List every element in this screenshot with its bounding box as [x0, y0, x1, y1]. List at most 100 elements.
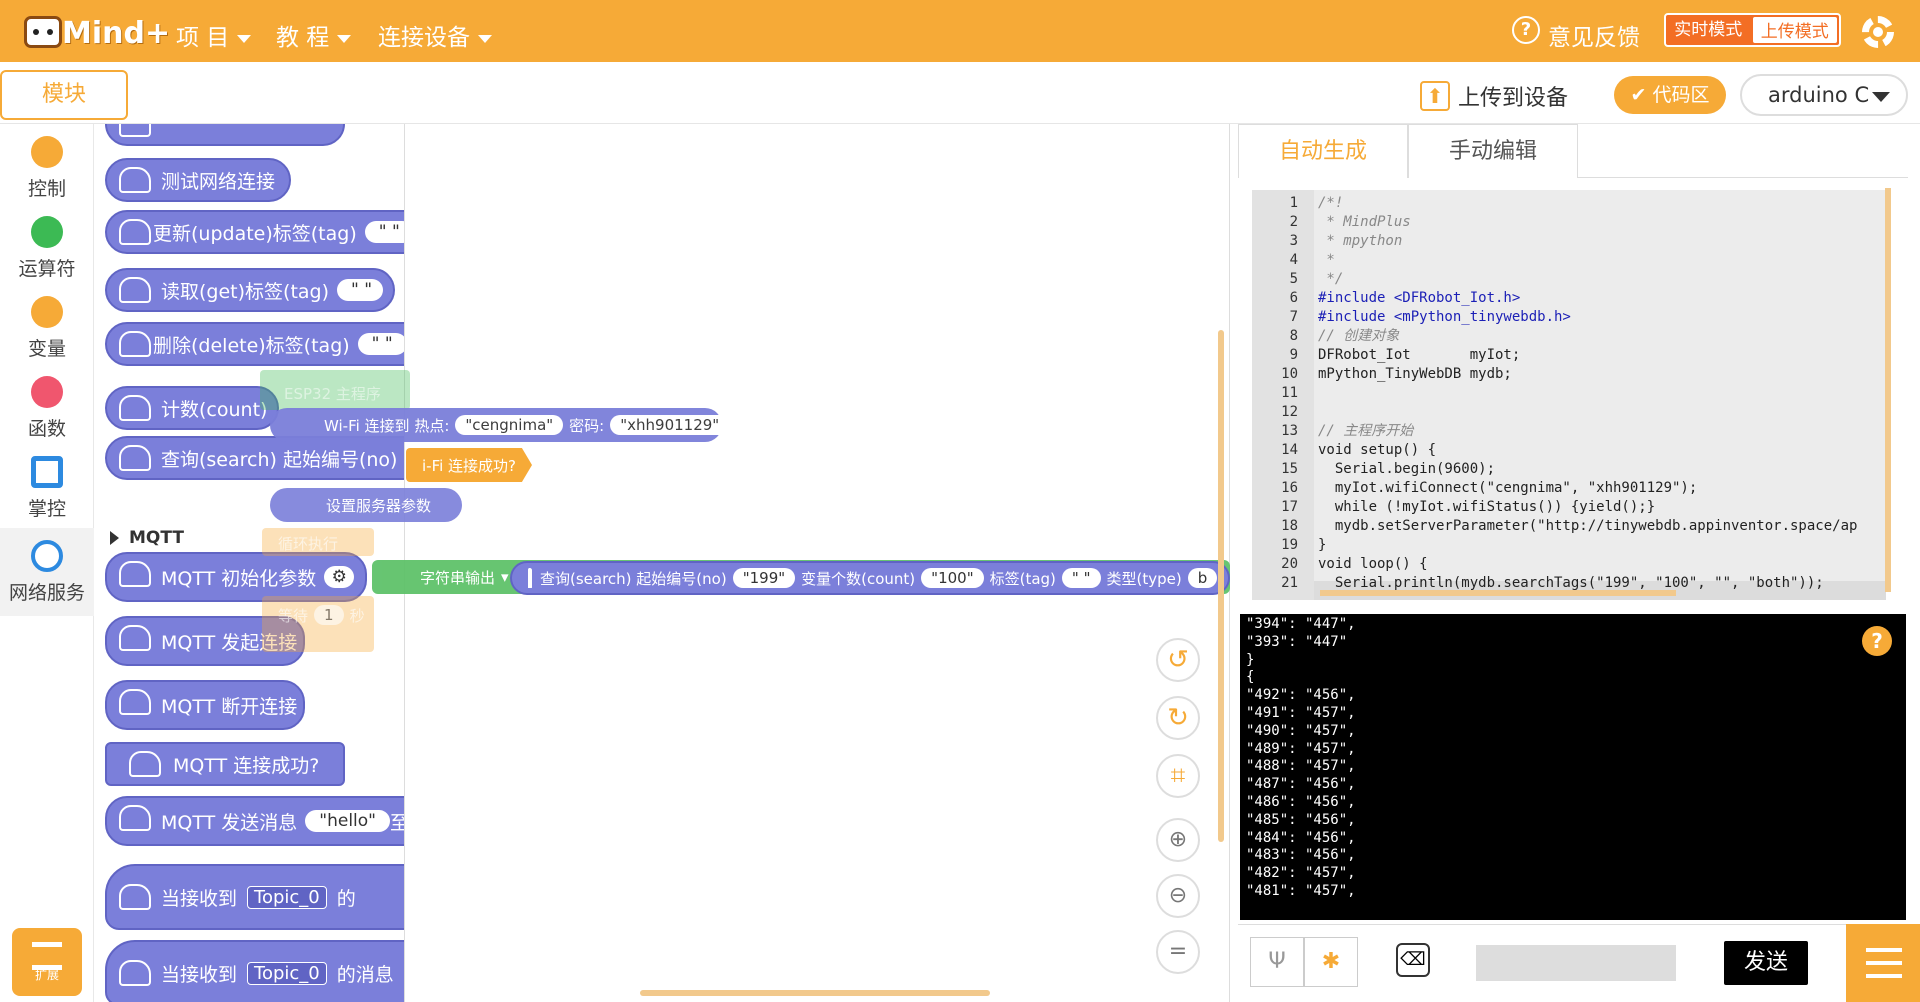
code-line[interactable]: 4 * [1252, 251, 1886, 270]
block-search[interactable]: 查询(search) 起始编号(no) [105, 436, 404, 480]
send-button[interactable]: 发送 [1724, 941, 1808, 985]
code-line[interactable]: 18 mydb.setServerParameter("http://tinyw… [1252, 517, 1886, 536]
help-circle-icon[interactable]: ? [1512, 16, 1540, 44]
code-line[interactable]: 14 void setup() { [1252, 441, 1886, 460]
mode-switch[interactable]: 实时模式 上传模式 [1664, 13, 1841, 47]
menu-project[interactable]: 项 目 [176, 18, 252, 52]
code-line[interactable]: 17 while (!myIot.wifiStatus()) {yield();… [1252, 498, 1886, 517]
category-dot-icon [31, 376, 63, 408]
clear-console-icon[interactable]: ⌫ [1396, 943, 1430, 977]
board-select[interactable]: arduino C [1740, 74, 1908, 116]
block-on-receive-2[interactable]: 当接收到 Topic_0 的消息 [105, 940, 404, 1002]
block-count[interactable]: 计数(count) [105, 386, 279, 430]
block-mqtt-connected[interactable]: MQTT 连接成功? [105, 742, 345, 786]
code-line[interactable]: 11 [1252, 384, 1886, 403]
tab-manual-edit[interactable]: 手动编辑 [1408, 124, 1578, 178]
code-line[interactable]: 19} [1252, 536, 1886, 555]
gear-icon[interactable] [1862, 16, 1894, 48]
editor-horizontal-scrollbar[interactable] [1320, 590, 1676, 596]
mqtt-section-header[interactable]: MQTT [110, 528, 184, 548]
wait-label: 等待 1 秒 [278, 605, 365, 625]
zoom-reset-icon[interactable]: = [1156, 930, 1200, 974]
line-number: 1 [1289, 195, 1298, 211]
line-number: 19 [1281, 537, 1298, 553]
upload-to-device-button[interactable]: ⬆ 上传到设备 [1420, 80, 1568, 112]
undo-button[interactable]: ↺ [1156, 638, 1200, 682]
wifi-connect-block[interactable]: Wi-Fi 连接到 热点: "cengnima" 密码: "xhh901129" [270, 408, 730, 442]
code-line[interactable]: 5 */ [1252, 270, 1886, 289]
mode-upload[interactable]: 上传模式 [1752, 17, 1837, 43]
block-test-network[interactable]: 测试网络连接 [105, 158, 291, 202]
code-editor[interactable]: 1 /*! 2 * MindPlus 3 * mpython 4 * 5 */6 #incl… [1252, 190, 1886, 600]
block-delete-tag[interactable]: 删除(delete)标签(tag) " " [105, 322, 404, 366]
code-line[interactable]: 6 #include <DFRobot_Iot.h> [1252, 289, 1886, 308]
cloud-icon [119, 277, 151, 303]
upload-label: 上传到设备 [1458, 86, 1569, 111]
category-network-service[interactable]: 网络服务 [0, 528, 94, 616]
chevron-down-icon [1872, 92, 1890, 102]
feedback-link[interactable]: 意见反馈 [1548, 18, 1640, 52]
serial-console[interactable]: "394": "447", "393": "447"}{"492": "456",… [1240, 614, 1906, 920]
list-menu-icon[interactable] [1846, 924, 1920, 1002]
code-line[interactable]: 13 // 主程序开始 [1252, 422, 1886, 441]
usb-icon[interactable]: Ψ [1250, 937, 1304, 987]
tab-module[interactable]: 模块 [0, 70, 128, 120]
logo-text: Mind+ [62, 16, 171, 51]
help-icon[interactable]: ? [1862, 626, 1892, 656]
extension-button[interactable]: 扩展 [12, 928, 82, 996]
line-number: 13 [1281, 423, 1298, 439]
code-line[interactable]: 7 #include <mPython_tinywebdb.h> [1252, 308, 1886, 327]
code-line[interactable]: 3 * mpython [1252, 232, 1886, 251]
search-call-block[interactable]: 查询(search) 起始编号(no) "199" 变量个数(count) "100"… [510, 561, 1230, 595]
code-text: mydb.setServerParameter("http://tinywebd… [1318, 518, 1858, 534]
block-on-receive-1[interactable]: 当接收到 Topic_0 的 [105, 864, 404, 930]
zoom-in-icon[interactable]: ⊕ [1156, 818, 1200, 862]
canvas-vertical-scrollbar[interactable] [1218, 330, 1224, 842]
redo-button[interactable]: ↻ [1156, 696, 1200, 740]
block-mqtt-disconnect[interactable]: MQTT 断开连接 [105, 680, 305, 730]
block-get-tag[interactable]: 读取(get)标签(tag) " " [105, 268, 395, 312]
crop-icon[interactable]: ⌗ [1156, 754, 1200, 798]
code-line[interactable]: 12 [1252, 403, 1886, 422]
code-area-toggle[interactable]: ✔ 代码区 [1614, 76, 1726, 114]
code-line[interactable]: 10 mPython_TinyWebDB mydb; [1252, 365, 1886, 384]
code-line[interactable]: 1 /*! [1252, 194, 1886, 213]
zoom-out-icon[interactable]: ⊖ [1156, 874, 1200, 918]
editor-vertical-scrollbar[interactable] [1885, 188, 1891, 592]
code-line[interactable]: 20 void loop() { [1252, 555, 1886, 574]
wifi-connected-block[interactable]: i-Fi 连接成功? [406, 448, 532, 482]
category-operators[interactable]: 运算符 [0, 204, 94, 284]
category-control[interactable]: 控制 [0, 124, 94, 204]
code-text: while (!myIot.wifiStatus()) {yield();} [1318, 499, 1656, 515]
code-line[interactable]: 2 * MindPlus [1252, 213, 1886, 232]
code-line[interactable]: 9 DFRobot_Iot myIot; [1252, 346, 1886, 365]
code-text: void loop() { [1318, 556, 1428, 572]
esp32-main-label: ESP32 主程序 [284, 384, 381, 403]
usb-connected-icon[interactable]: ✱ [1304, 937, 1358, 987]
console-line: "488": "457", [1246, 758, 1356, 775]
settings-icon[interactable]: ⚙ [324, 566, 355, 588]
block-mqtt-send[interactable]: MQTT 发送消息"hello"至 [105, 796, 404, 846]
code-text: /*! [1318, 195, 1344, 211]
menu-connect-device[interactable]: 连接设备 [378, 18, 492, 52]
wifi-mqtt-icon [119, 561, 151, 587]
set-server-block[interactable]: 设置服务器参数 [270, 488, 462, 522]
tab-auto-generate[interactable]: 自动生成 [1238, 124, 1408, 178]
code-line[interactable]: 16 myIot.wifiConnect("cengnima", "xhh901… [1252, 479, 1886, 498]
category-variables[interactable]: 变量 [0, 284, 94, 364]
code-line[interactable]: 15 Serial.begin(9600); [1252, 460, 1886, 479]
block-update-tag[interactable]: 更新(update)标签(tag) " " [105, 210, 404, 254]
serial-input[interactable] [1476, 945, 1676, 981]
category-handpy[interactable]: 掌控 [0, 444, 94, 524]
wifi-mqtt-icon [119, 625, 151, 651]
cloud-icon [119, 331, 151, 357]
console-line: } [1246, 651, 1255, 668]
canvas-horizontal-scrollbar[interactable] [640, 990, 990, 996]
chevron-down-icon [478, 34, 492, 43]
line-number: 9 [1289, 347, 1298, 363]
mode-realtime[interactable]: 实时模式 [1666, 15, 1751, 45]
category-functions[interactable]: 函数 [0, 364, 94, 444]
menu-tutorial[interactable]: 教 程 [276, 18, 352, 52]
block-set-server[interactable] [105, 124, 345, 146]
code-line[interactable]: 8 // 创建对象 [1252, 327, 1886, 346]
